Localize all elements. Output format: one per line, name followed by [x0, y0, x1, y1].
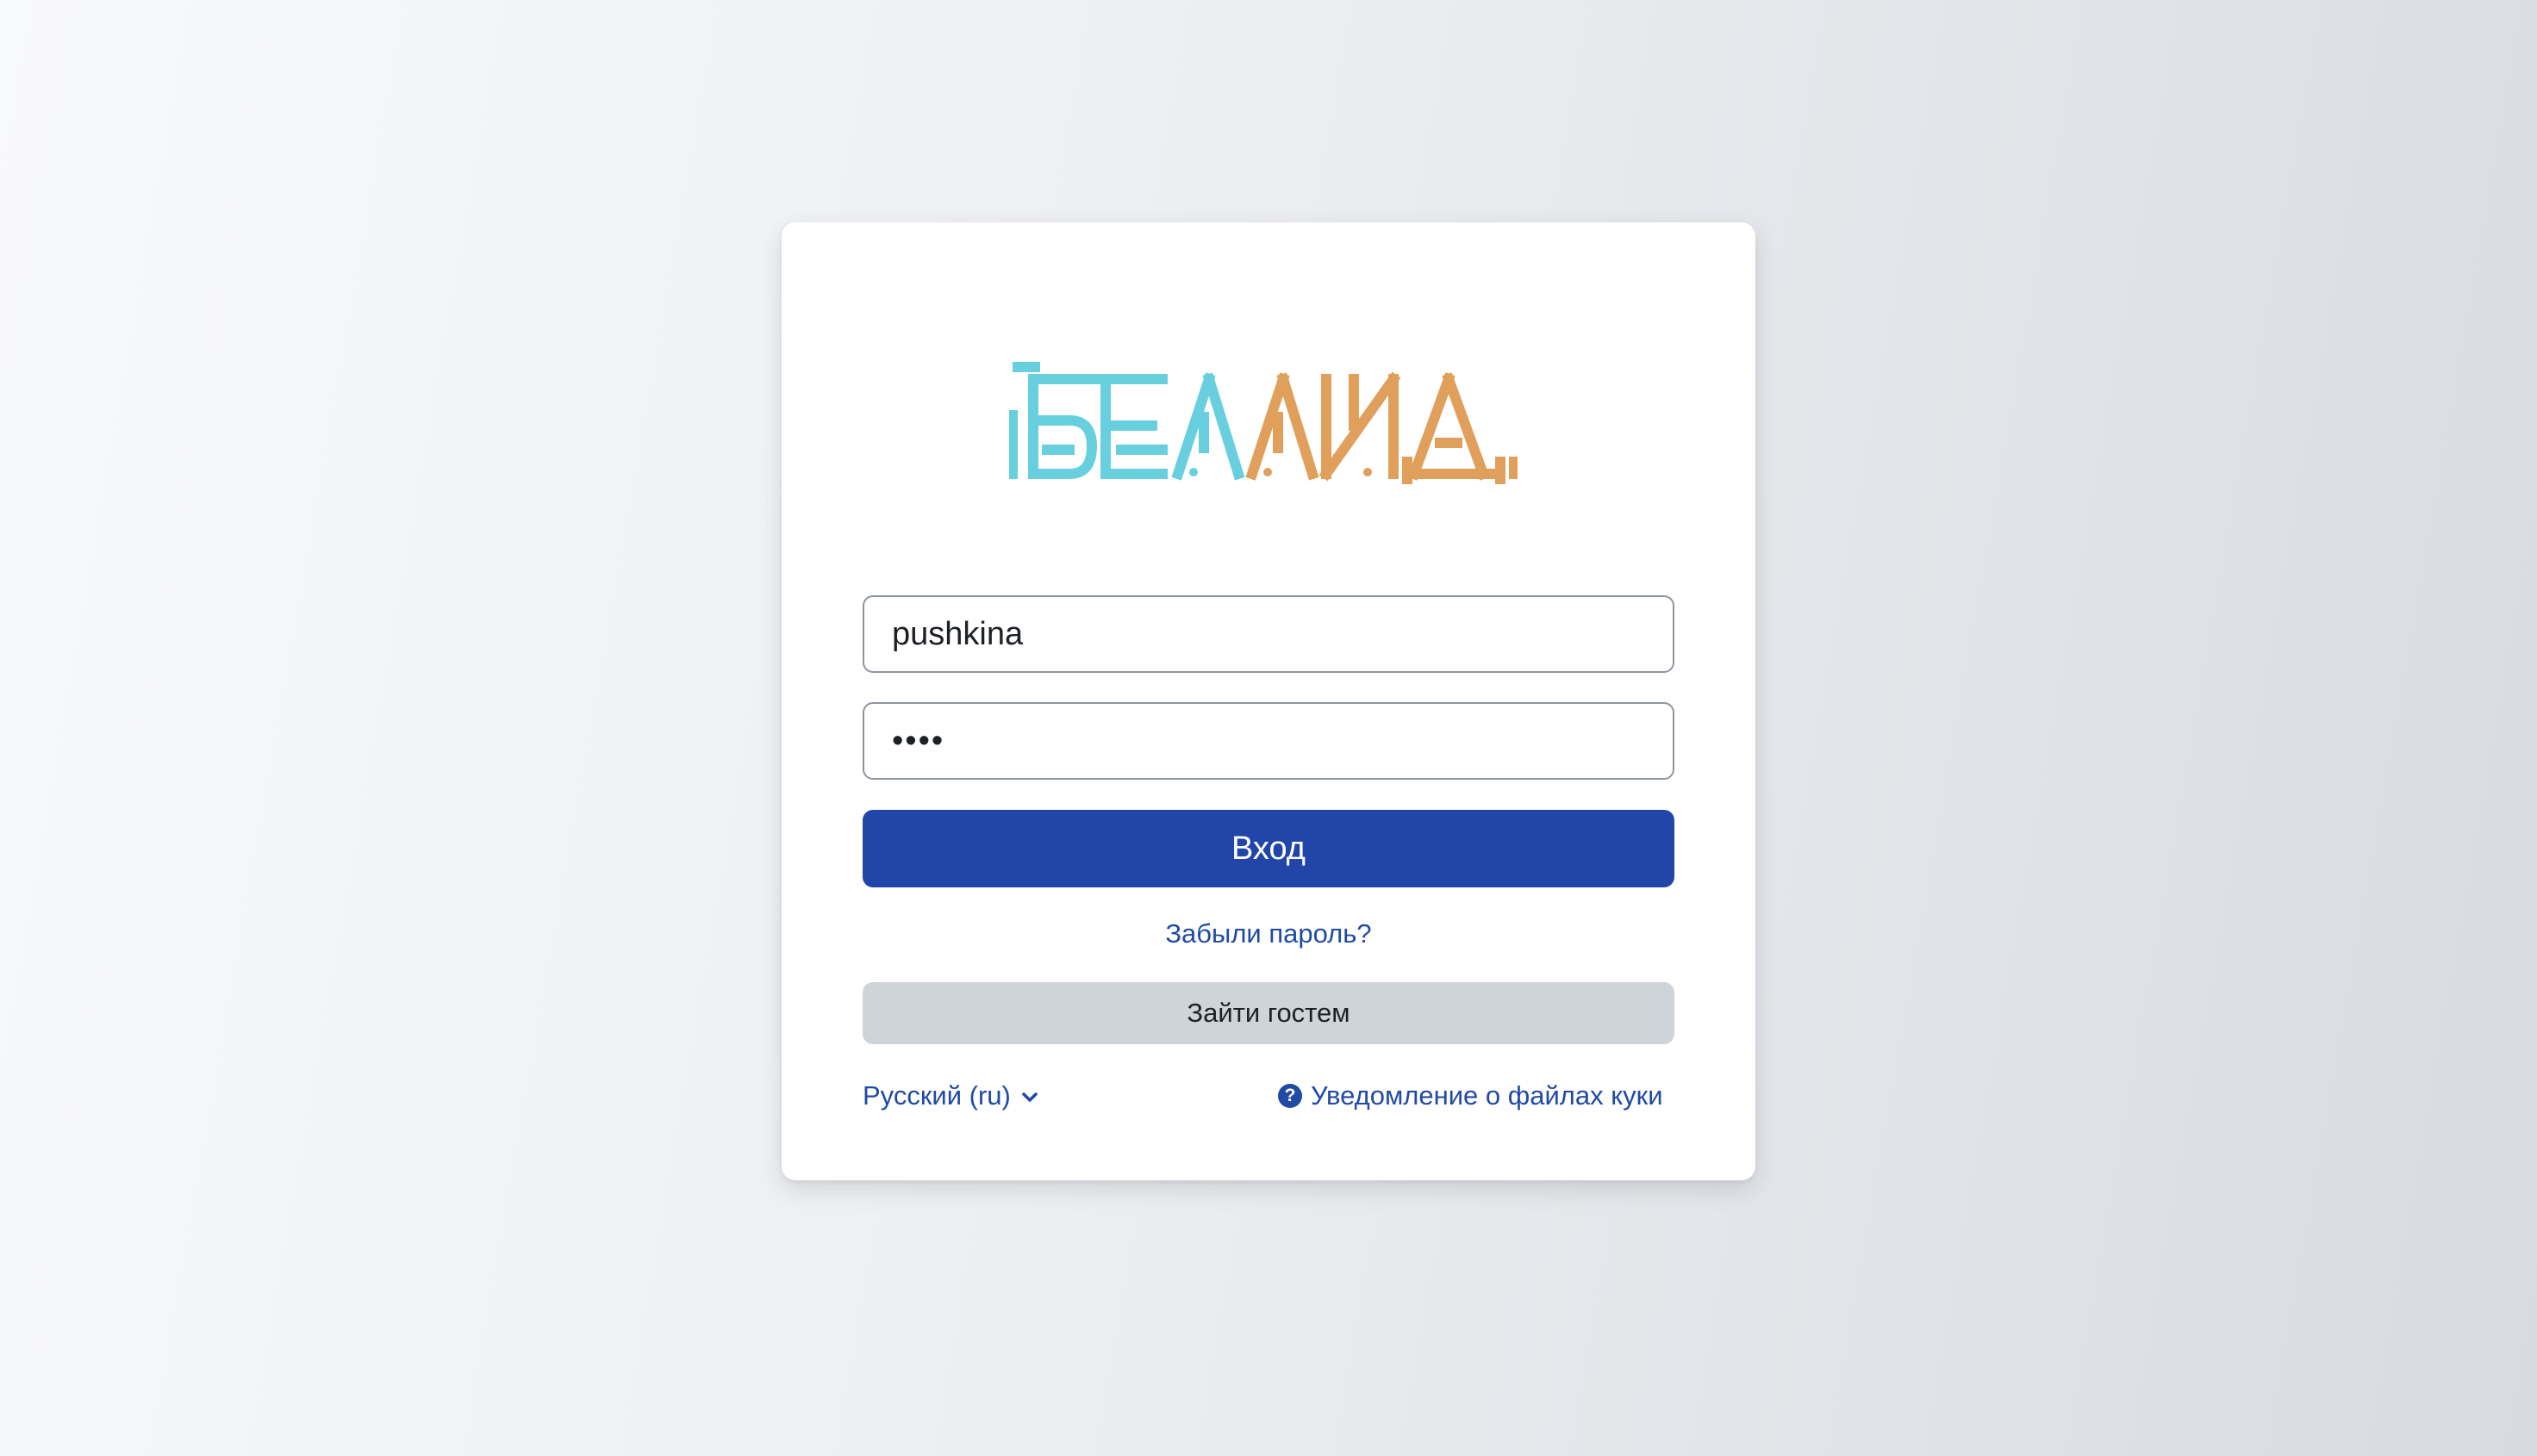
login-card: Вход Забыли пароль? Зайти гостем Русский… — [782, 222, 1755, 1180]
language-selector[interactable]: Русский (ru) — [863, 1077, 1038, 1115]
language-label: Русский (ru) — [863, 1080, 1011, 1111]
question-circle-icon: ? — [1278, 1084, 1302, 1108]
password-input[interactable] — [863, 702, 1674, 780]
forgot-password-link[interactable]: Забыли пароль? — [863, 917, 1674, 951]
chevron-down-icon — [1022, 1092, 1038, 1102]
username-input[interactable] — [863, 595, 1674, 673]
cookie-notice-link[interactable]: ? Уведомление о файлах куки — [1278, 1077, 1663, 1115]
cookie-notice-label: Уведомление о файлах куки — [1311, 1080, 1663, 1111]
guest-login-button[interactable]: Зайти гостем — [863, 982, 1674, 1044]
login-button[interactable]: Вход — [863, 810, 1674, 887]
site-logo — [1009, 353, 1526, 484]
